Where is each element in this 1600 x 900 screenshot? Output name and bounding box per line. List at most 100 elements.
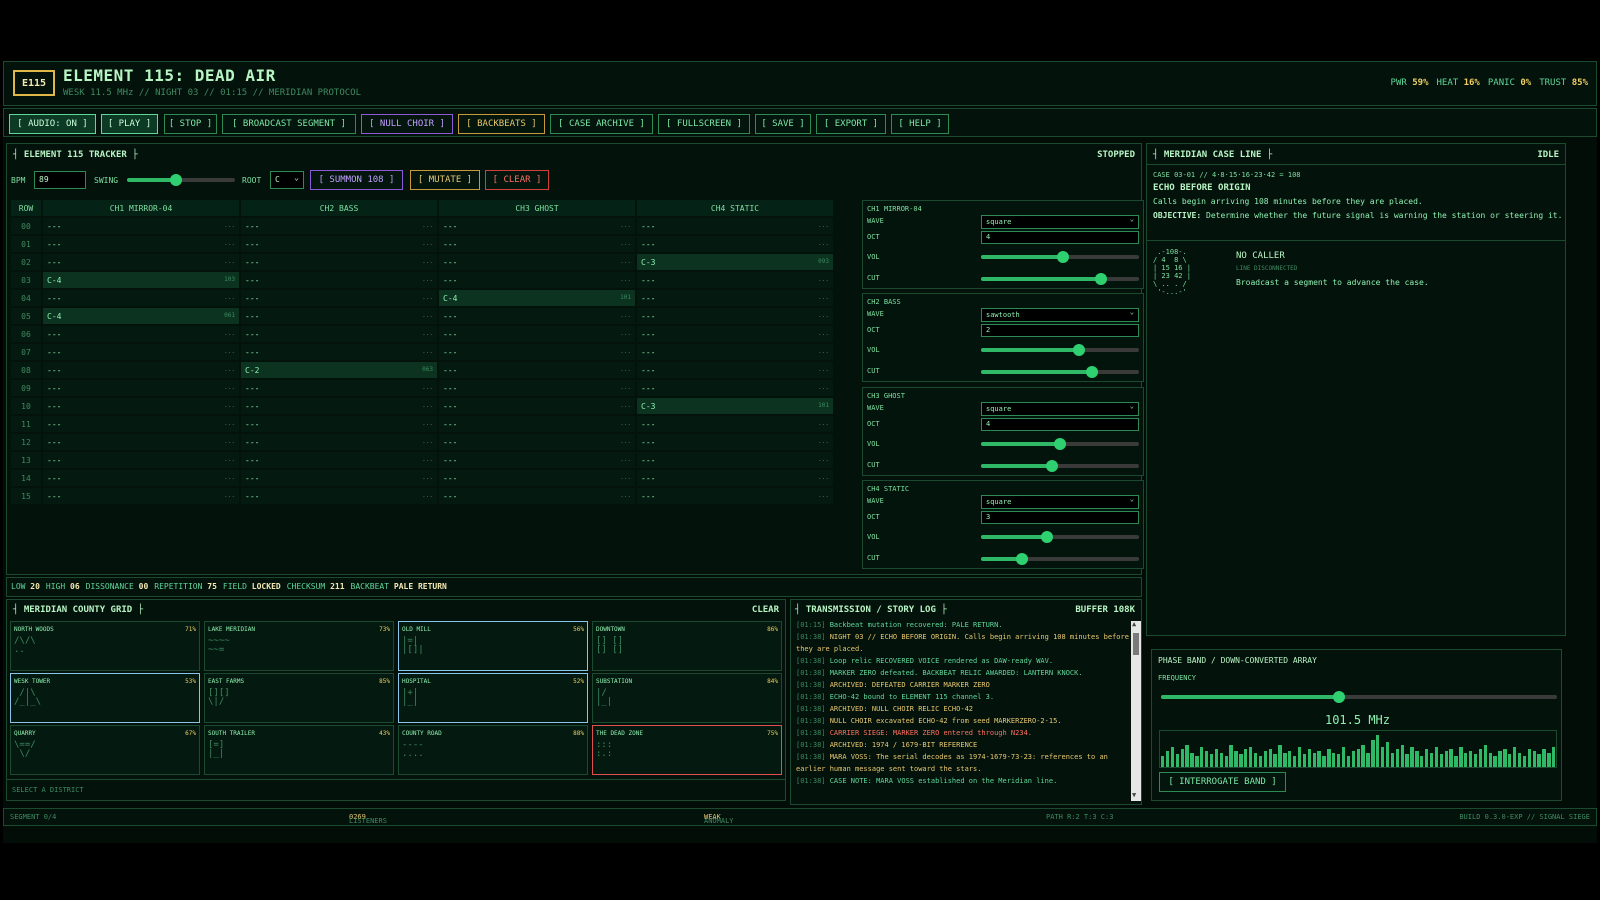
district-south-trailer[interactable]: SOUTH TRAILER 43% [=] |_|: [204, 725, 394, 775]
bpm-input[interactable]: 89: [34, 171, 86, 189]
toolbar-export-button[interactable]: [ EXPORT ]: [816, 114, 886, 134]
tracker-cell[interactable]: ---...: [637, 380, 833, 396]
tracker-cell[interactable]: ---...: [241, 380, 437, 396]
district-hospital[interactable]: HOSPITAL 52% |+| |_|: [398, 673, 588, 723]
frequency-slider[interactable]: [1161, 691, 1557, 703]
tracker-cell[interactable]: ---...: [439, 434, 635, 450]
tracker-cell[interactable]: ---...: [439, 470, 635, 486]
cut-slider[interactable]: [981, 273, 1139, 285]
tracker-cell[interactable]: ---...: [241, 236, 437, 252]
tracker-cell[interactable]: ---...: [43, 218, 239, 234]
tracker-cell[interactable]: C-3 093: [637, 254, 833, 270]
toolbar-play-button[interactable]: [ PLAY ]: [101, 114, 158, 134]
log-scrollbar[interactable]: ▲ ▼: [1131, 620, 1141, 801]
toolbar-help-button[interactable]: [ HELP ]: [891, 114, 949, 134]
interrogate-band-button[interactable]: [ INTERROGATE BAND ]: [1159, 772, 1286, 792]
tracker-cell[interactable]: ---...: [43, 326, 239, 342]
octave-input[interactable]: 3: [981, 511, 1139, 524]
scroll-up-icon[interactable]: ▲: [1132, 620, 1136, 628]
tracker-cell[interactable]: ---...: [43, 416, 239, 432]
tracker-cell[interactable]: ---...: [241, 488, 437, 504]
district-east-farms[interactable]: EAST FARMS 85% [][] \|/: [204, 673, 394, 723]
tracker-cell[interactable]: ---...: [637, 488, 833, 504]
tracker-cell[interactable]: C-2 063: [241, 362, 437, 378]
district-old-mill[interactable]: OLD MILL 56% |=| |[]|: [398, 621, 588, 671]
toolbar-fullscreen-button[interactable]: [ FULLSCREEN ]: [658, 114, 750, 134]
octave-input[interactable]: 2: [981, 324, 1139, 337]
tracker-cell[interactable]: ---...: [43, 434, 239, 450]
summon-108-button[interactable]: [ SUMMON 108 ]: [310, 170, 403, 190]
scroll-down-icon[interactable]: ▼: [1132, 791, 1136, 799]
district-substation[interactable]: SUBSTATION 84% |/ |_|: [592, 673, 782, 723]
tracker-cell[interactable]: ---...: [241, 344, 437, 360]
tracker-cell[interactable]: ---...: [439, 398, 635, 414]
mutate-button[interactable]: [ MUTATE ]: [410, 170, 480, 190]
tracker-cell[interactable]: ---...: [637, 272, 833, 288]
wave-select[interactable]: square: [981, 495, 1139, 509]
tracker-cell[interactable]: ---...: [241, 272, 437, 288]
tracker-cell[interactable]: ---...: [439, 254, 635, 270]
district-the-dead-zone[interactable]: THE DEAD ZONE 75%::: :.:: [592, 725, 782, 775]
district-north-woods[interactable]: NORTH WOODS 71% /\/\ ..: [10, 621, 200, 671]
tracker-cell[interactable]: ---...: [43, 362, 239, 378]
tracker-cell[interactable]: ---...: [43, 290, 239, 306]
district-downtown[interactable]: DOWNTOWN 86% [] [] [] []: [592, 621, 782, 671]
tracker-cell[interactable]: C-3 101: [637, 398, 833, 414]
tracker-cell[interactable]: C-4 061: [43, 308, 239, 324]
grid-clear-button[interactable]: CLEAR: [752, 605, 779, 615]
tracker-cell[interactable]: ---...: [241, 434, 437, 450]
tracker-cell[interactable]: ---...: [637, 326, 833, 342]
tracker-cell[interactable]: ---...: [241, 452, 437, 468]
vol-slider[interactable]: [981, 251, 1139, 263]
tracker-cell[interactable]: ---...: [439, 416, 635, 432]
toolbar-broadcast-segment-button[interactable]: [ BROADCAST SEGMENT ]: [222, 114, 356, 134]
tracker-cell[interactable]: ---...: [43, 452, 239, 468]
tracker-cell[interactable]: ---...: [439, 218, 635, 234]
tracker-cell[interactable]: ---...: [439, 452, 635, 468]
tracker-cell[interactable]: ---...: [241, 308, 437, 324]
tracker-cell[interactable]: ---...: [43, 344, 239, 360]
district-lake-meridian[interactable]: LAKE MERIDIAN 73% ~~~~ ~~=: [204, 621, 394, 671]
tracker-cell[interactable]: C-4 101: [439, 290, 635, 306]
tracker-cell[interactable]: ---...: [637, 218, 833, 234]
tracker-cell[interactable]: ---...: [637, 434, 833, 450]
tracker-cell[interactable]: ---...: [637, 290, 833, 306]
district-quarry[interactable]: QUARRY 67% \==/ \/: [10, 725, 200, 775]
toolbar-audio-on-button[interactable]: [ AUDIO: ON ]: [9, 114, 96, 134]
tracker-cell[interactable]: ---...: [241, 416, 437, 432]
tracker-cell[interactable]: ---...: [439, 362, 635, 378]
tracker-cell[interactable]: ---...: [43, 470, 239, 486]
cut-slider[interactable]: [981, 460, 1139, 472]
tracker-cell[interactable]: ---...: [241, 290, 437, 306]
wave-select[interactable]: sawtooth: [981, 308, 1139, 322]
tracker-cell[interactable]: ---...: [43, 236, 239, 252]
octave-input[interactable]: 4: [981, 231, 1139, 244]
vol-slider[interactable]: [981, 531, 1139, 543]
tracker-cell[interactable]: ---...: [637, 236, 833, 252]
tracker-cell[interactable]: ---...: [637, 452, 833, 468]
tracker-cell[interactable]: ---...: [241, 470, 437, 486]
tracker-cell[interactable]: ---...: [637, 344, 833, 360]
tracker-cell[interactable]: ---...: [439, 380, 635, 396]
tracker-cell[interactable]: ---...: [43, 254, 239, 270]
tracker-cell[interactable]: ---...: [637, 470, 833, 486]
tracker-cell[interactable]: ---...: [439, 344, 635, 360]
vol-slider[interactable]: [981, 438, 1139, 450]
cut-slider[interactable]: [981, 553, 1139, 565]
toolbar-null-choir-button[interactable]: [ NULL CHOIR ]: [361, 114, 453, 134]
wave-select[interactable]: square: [981, 215, 1139, 229]
tracker-cell[interactable]: ---...: [637, 416, 833, 432]
swing-slider[interactable]: [127, 174, 235, 186]
tracker-cell[interactable]: ---...: [439, 326, 635, 342]
tracker-cell[interactable]: ---...: [43, 488, 239, 504]
tracker-cell[interactable]: ---...: [43, 380, 239, 396]
tracker-cell[interactable]: ---...: [439, 236, 635, 252]
toolbar-save-button[interactable]: [ SAVE ]: [755, 114, 811, 134]
wave-select[interactable]: square: [981, 402, 1139, 416]
toolbar-case-archive-button[interactable]: [ CASE ARCHIVE ]: [550, 114, 653, 134]
octave-input[interactable]: 4: [981, 418, 1139, 431]
district-county-road[interactable]: COUNTY ROAD 88% ---- ....: [398, 725, 588, 775]
tracker-cell[interactable]: ---...: [637, 362, 833, 378]
tracker-cell[interactable]: ---...: [241, 218, 437, 234]
tracker-cell[interactable]: ---...: [439, 488, 635, 504]
